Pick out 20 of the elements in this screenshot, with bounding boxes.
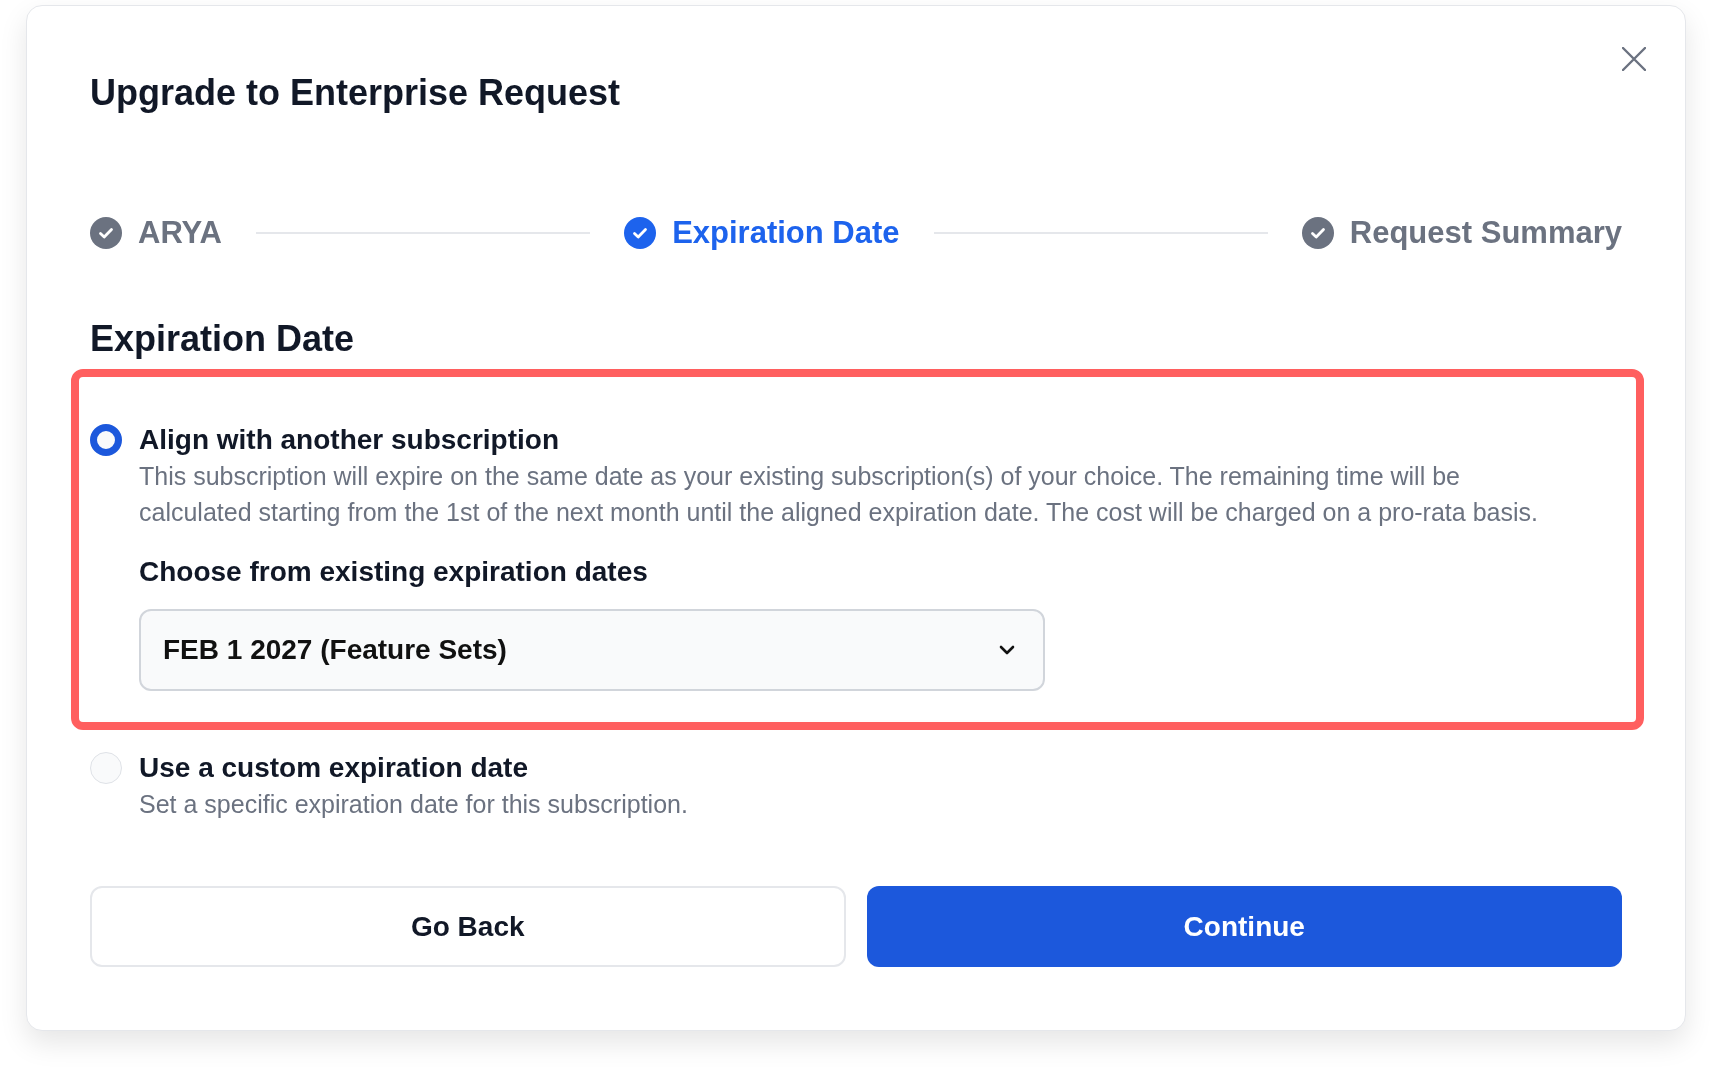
option-title: Use a custom expiration date — [139, 751, 529, 785]
step-label: Expiration Date — [672, 214, 900, 252]
check-circle-icon — [624, 217, 657, 249]
check-circle-icon — [90, 217, 122, 249]
option-title: Align with another subscription — [139, 423, 560, 457]
check-circle-icon — [1301, 217, 1334, 249]
close-icon — [1622, 47, 1646, 71]
dropdown-label: Choose from existing expiration dates — [139, 555, 649, 589]
step-label: ARYA — [138, 214, 222, 252]
back-button[interactable]: Go Back — [90, 886, 846, 967]
section-heading: Expiration Date — [90, 317, 356, 361]
option-description: This subscription will expire on the same date as your existing subscription(s) of your choice. The remaining time will be calculated starting from the 1st of the next month until the aligned expiration date. The cost will be charged on a pro-rata basis. — [139, 461, 1539, 528]
close-button[interactable] — [1621, 46, 1647, 72]
step-label: Request Summary — [1349, 214, 1622, 252]
radio-button[interactable] — [90, 424, 122, 456]
dialog-title: Upgrade to Enterprise Request — [90, 73, 621, 113]
continue-button[interactable]: Continue — [866, 886, 1622, 967]
option-description: Set a specific expiration date for this subscription. — [139, 789, 689, 820]
chevron-down-icon — [999, 645, 1015, 655]
date-dropdown[interactable]: FEB 1 2027 (Feature Sets) — [139, 609, 1045, 691]
